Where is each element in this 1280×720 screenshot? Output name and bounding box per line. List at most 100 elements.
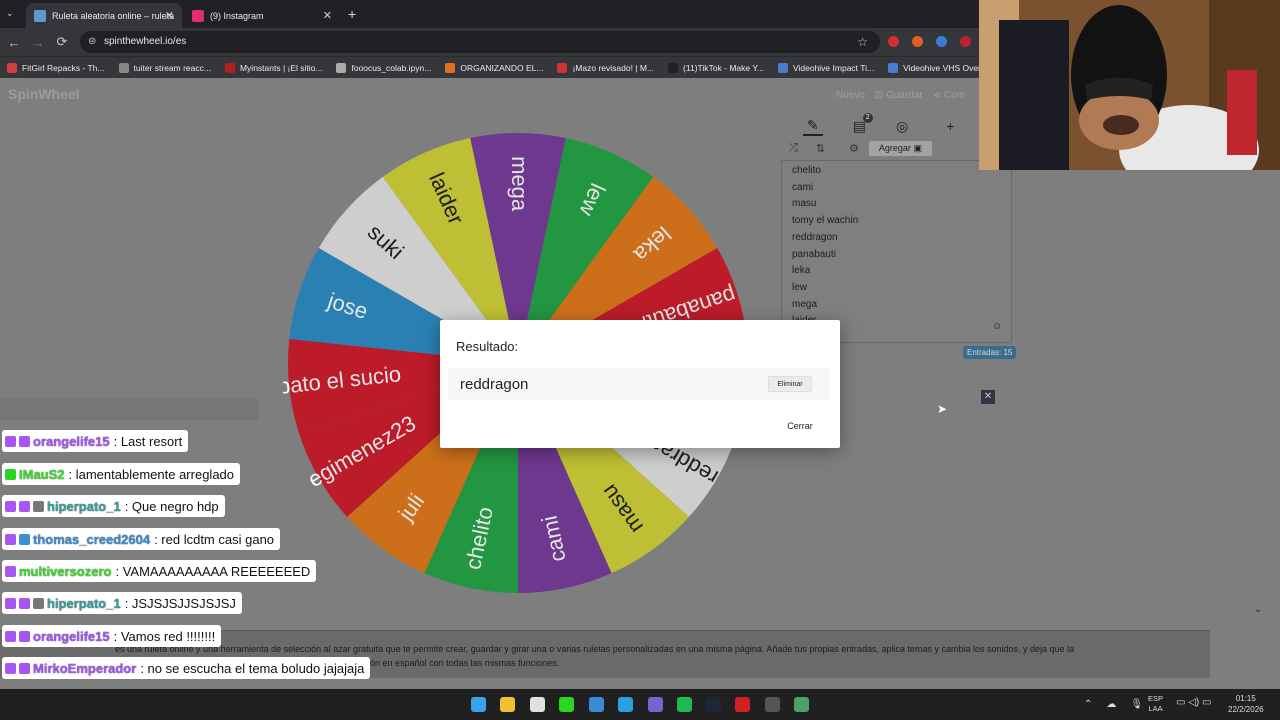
bookmark-item[interactable]: (11)TikTok - Make Y...	[661, 62, 771, 73]
new-button[interactable]: Nuevo	[836, 90, 865, 101]
chat-badge-icon	[19, 500, 30, 512]
add-button[interactable]: Agregar ▣	[868, 141, 932, 156]
bookmark-favicon-icon	[888, 62, 899, 73]
tray-chevron-icon[interactable]: ⌃	[1084, 699, 1092, 710]
eye-off-icon[interactable]: ◎	[896, 118, 908, 135]
chat-badge-icon	[5, 500, 16, 512]
bookmark-item[interactable]: ¡Mazo revisado! | M...	[550, 62, 661, 73]
steam-icon[interactable]	[706, 697, 721, 712]
plus-icon[interactable]: +	[946, 118, 954, 134]
xbox-icon[interactable]	[559, 697, 574, 712]
clipboard-badge: 2	[862, 112, 873, 123]
entries-textarea[interactable]: chelito cami masu tomy el wachin reddragon pa…	[781, 160, 1012, 343]
chat-message: hiperpato_1: Que negro hdp	[2, 495, 225, 517]
bookmark-label: Myinstants | ¡El sitio...	[239, 62, 323, 73]
app-icon[interactable]	[735, 697, 750, 712]
sort-icon[interactable]: ⇅	[816, 142, 825, 155]
telegram-icon[interactable]	[618, 697, 633, 712]
share-button[interactable]: ⋖ Com	[933, 90, 965, 101]
bookmark-favicon-icon	[118, 62, 129, 73]
close-tab-icon[interactable]: ✕	[165, 9, 174, 22]
panel-tabs: ✎ ▤ 2 ◎ +	[781, 112, 1001, 139]
windows-icon[interactable]	[471, 697, 486, 712]
onedrive-icon[interactable]: ☁	[1106, 699, 1116, 710]
tab-instagram[interactable]: (9) Instagram ✕	[184, 3, 340, 28]
add-label: Agregar	[878, 143, 911, 153]
clock[interactable]: 01:15 22/2/2026	[1228, 693, 1264, 715]
pencil-icon[interactable]: ✎	[803, 117, 823, 136]
tab-ruleta[interactable]: Ruleta aleatoria online – ruleta ✕	[26, 3, 182, 28]
bookmark-favicon-icon	[445, 62, 456, 73]
chat-message: IMauS2: lamentablemente arreglado	[2, 463, 241, 485]
chat-text: : VAMAAAAAAAAA REEEEEEED	[115, 563, 311, 579]
extension-icon[interactable]	[912, 36, 923, 47]
entry-line: lew	[792, 281, 808, 293]
obs-icon[interactable]	[765, 697, 780, 712]
bookmark-item[interactable]: ORGANIZANDO EL...	[438, 62, 550, 73]
chat-text: : lamentablemente arreglado	[68, 466, 235, 482]
shuffle-icon[interactable]: ⤮	[789, 142, 798, 155]
bookmark-star-icon[interactable]: ☆	[857, 35, 868, 49]
chat-username: thomas_creed2604	[33, 531, 151, 547]
bookmark-item[interactable]: Videohive Impact Ti...	[771, 62, 881, 73]
chat-text: : Que negro hdp	[124, 498, 219, 514]
bookmark-label: Videohive VHS Over...	[903, 62, 988, 73]
spotify-icon[interactable]	[677, 697, 692, 712]
tab-search-button[interactable]: ⌄	[6, 8, 14, 19]
address-bar[interactable]: ⊜ spinthewheel.io/es ☆	[80, 31, 880, 53]
chrome-icon[interactable]	[530, 697, 545, 712]
site-info-icon[interactable]: ⊜	[88, 36, 96, 47]
close-icon[interactable]: ✕	[981, 390, 995, 404]
lang-line: LAA	[1148, 704, 1163, 713]
site-logo[interactable]: SpinWheel	[8, 86, 80, 102]
clipboard-icon[interactable]: ▤ 2	[853, 112, 873, 135]
close-button[interactable]: Cerrar	[776, 416, 824, 436]
new-tab-button[interactable]: +	[348, 6, 356, 22]
bookmark-favicon-icon	[7, 62, 17, 73]
bookmark-label: tuiter stream reacc...	[133, 62, 211, 73]
tab-title: Ruleta aleatoria online – ruleta	[52, 10, 175, 21]
entry-line: tomy el wachin	[792, 215, 859, 227]
clock-date: 22/2/2026	[1228, 705, 1264, 714]
chat-message: hiperpato_1: JSJSJSJJSJSJSJ	[2, 592, 242, 614]
photos-icon[interactable]	[589, 697, 604, 712]
folder-icon[interactable]	[500, 697, 515, 712]
forward-icon[interactable]: →	[26, 35, 50, 50]
settings-icon[interactable]: ⚙	[849, 142, 859, 155]
close-tab-icon[interactable]: ✕	[323, 9, 332, 22]
bookmark-item[interactable]: Myinstants | ¡El sitio...	[218, 62, 330, 73]
chevron-down-icon[interactable]: ⌄	[1254, 604, 1262, 615]
result-dialog: Resultado: reddragon Eliminar Cerrar	[440, 320, 840, 448]
save-button[interactable]: ⊡ Guardar	[875, 90, 923, 101]
network-volume-icons[interactable]: ▭ ◁) ▭	[1176, 697, 1211, 708]
gpu-icon[interactable]	[794, 697, 809, 712]
chat-badge-icon	[19, 533, 30, 545]
back-icon[interactable]: ←	[2, 35, 26, 50]
extension-icon[interactable]	[960, 36, 971, 47]
system-tray: ⌃ ☁ 🎙	[1084, 692, 1143, 716]
emoji-icon[interactable]: ☺	[992, 321, 1002, 332]
chat-username: hiperpato_1	[47, 595, 121, 611]
bookmark-item[interactable]: tuiter stream reacc...	[112, 62, 218, 73]
discord-icon[interactable]	[648, 697, 663, 712]
delete-button[interactable]: Eliminar	[768, 376, 812, 392]
chat-username: MirkoEmperador	[33, 660, 137, 676]
tab-favicon	[34, 9, 46, 22]
chat-text: : no se escucha el tema boludo jajajaja	[140, 660, 365, 676]
chat-text: : red lcdtm casi gano	[154, 531, 275, 547]
result-text: reddragon	[460, 376, 529, 393]
chat-badge-icon	[19, 597, 30, 609]
language-indicator[interactable]: ESP LAA	[1148, 694, 1163, 714]
bookmark-item[interactable]: Videohive VHS Over...	[881, 62, 994, 73]
reload-icon[interactable]: ⟳	[50, 34, 74, 50]
mic-icon[interactable]: 🎙	[1130, 699, 1143, 710]
extension-icon[interactable]	[936, 36, 947, 47]
dialog-title: Resultado:	[456, 339, 519, 354]
entry-line: mega	[792, 298, 818, 310]
site-actions: Nuevo ⊡ Guardar ⋖ Com	[836, 90, 965, 101]
bookmark-item[interactable]: FitGirl Repacks - Th...	[0, 62, 112, 73]
extension-icon[interactable]	[888, 36, 899, 47]
bookmark-favicon-icon	[668, 62, 679, 73]
chat-username: multiversozero	[19, 563, 112, 579]
bookmark-item[interactable]: fooocus_colab.ipyn...	[329, 62, 438, 73]
